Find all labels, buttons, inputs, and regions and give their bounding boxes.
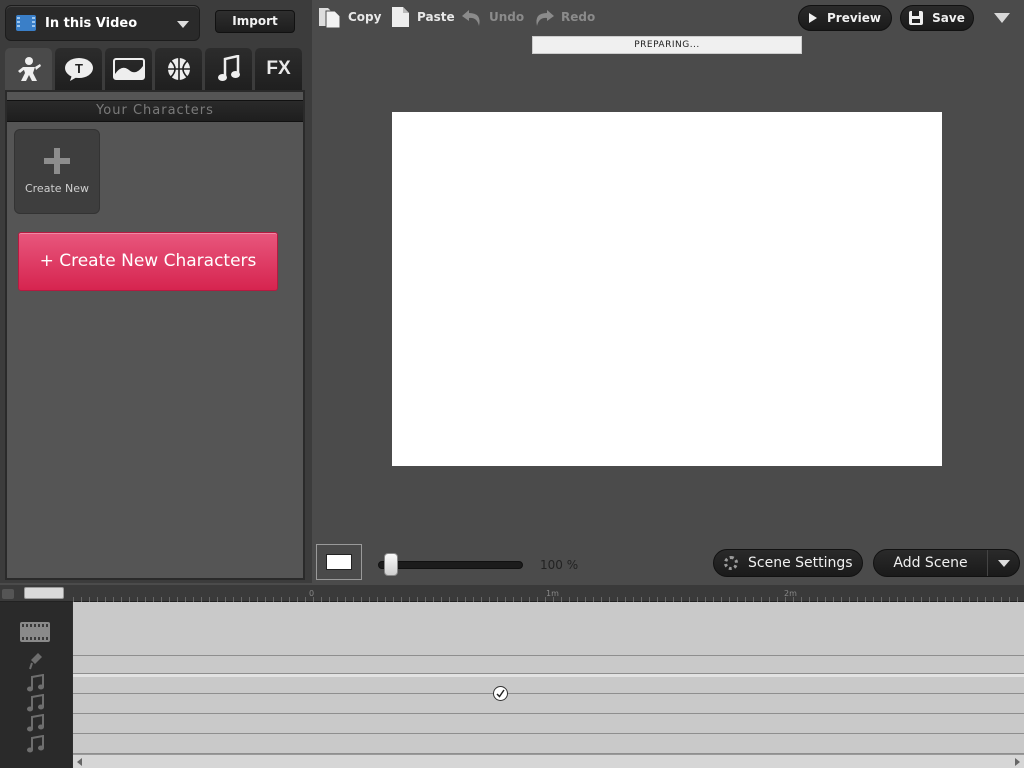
undo-button[interactable]: Undo xyxy=(461,6,524,28)
speech-bubble-icon: T xyxy=(64,58,93,81)
zoom-slider-handle[interactable] xyxy=(384,553,398,576)
asset-library-panel: In this Video Import T FX Your Character… xyxy=(0,0,312,583)
status-bar: PREPARING... xyxy=(532,36,802,54)
timeline-scrollbar[interactable] xyxy=(73,754,1024,768)
fx-icon: FX xyxy=(266,58,291,79)
paste-label: Paste xyxy=(417,10,455,24)
music-note-icon xyxy=(27,694,45,712)
film-strip-icon xyxy=(20,622,50,642)
library-source-label: In this Video xyxy=(45,15,138,31)
save-label: Save xyxy=(932,11,965,25)
zoom-slider-track[interactable] xyxy=(378,561,523,569)
track-icons xyxy=(0,602,72,768)
playhead-clock-icon[interactable] xyxy=(493,686,508,701)
scene-thumbnail-toggle[interactable] xyxy=(316,544,362,580)
music-note-icon xyxy=(217,55,240,81)
tab-text[interactable]: T xyxy=(55,48,102,90)
preview-label: Preview xyxy=(826,11,881,25)
scene-settings-label: Scene Settings xyxy=(748,555,853,571)
plus-icon xyxy=(44,148,70,174)
create-new-label: Create New xyxy=(24,182,90,195)
copy-icon xyxy=(319,8,341,28)
time-ruler[interactable]: 0 1m 2m xyxy=(73,588,1024,602)
tab-backgrounds[interactable] xyxy=(105,48,152,90)
track-divider xyxy=(73,693,1024,694)
zoom-level: 100 % xyxy=(540,558,579,572)
redo-label: Redo xyxy=(561,10,596,24)
landscape-icon xyxy=(112,58,145,80)
section-title: Your Characters xyxy=(7,100,303,122)
import-button[interactable]: Import xyxy=(215,10,295,33)
track-divider xyxy=(73,713,1024,714)
button-divider xyxy=(987,550,988,576)
svg-text:T: T xyxy=(75,61,83,76)
timeline-tracks[interactable] xyxy=(73,602,1024,754)
undo-label: Undo xyxy=(489,10,525,24)
characters-panel: Your Characters Create New + Create New … xyxy=(5,90,305,580)
add-scene-button[interactable]: Add Scene xyxy=(873,549,1020,577)
copy-label: Copy xyxy=(348,10,382,24)
add-scene-label: Add Scene xyxy=(893,555,968,571)
track-divider xyxy=(73,674,1024,677)
undo-icon xyxy=(462,10,480,26)
ball-icon xyxy=(167,58,190,80)
copy-button[interactable]: Copy xyxy=(318,6,381,28)
scroll-left-icon[interactable] xyxy=(77,758,82,766)
create-new-tile[interactable]: Create New xyxy=(14,129,100,214)
timeline: 0 1m 2m xyxy=(0,585,1024,768)
save-button[interactable]: Save xyxy=(900,5,974,31)
create-new-characters-button[interactable]: + Create New Characters xyxy=(18,232,278,291)
tab-characters[interactable] xyxy=(5,48,52,90)
scene-canvas[interactable] xyxy=(392,112,942,466)
play-icon xyxy=(808,13,817,23)
music-note-icon xyxy=(27,714,45,732)
preview-button[interactable]: Preview xyxy=(798,5,892,31)
chevron-down-icon xyxy=(177,21,189,28)
music-note-icon xyxy=(27,735,45,753)
tab-effects[interactable]: FX xyxy=(255,48,302,90)
more-options-chevron-icon[interactable] xyxy=(994,13,1010,23)
paste-icon xyxy=(392,7,409,27)
microphone-icon xyxy=(29,652,43,670)
redo-icon xyxy=(536,10,554,26)
track-divider xyxy=(73,733,1024,734)
redo-button[interactable]: Redo xyxy=(533,6,595,28)
ruler-mark: 2m xyxy=(784,589,797,598)
paste-button[interactable]: Paste xyxy=(391,6,455,28)
scene-thumbnail-icon xyxy=(326,554,352,570)
asset-category-tabs: T FX xyxy=(5,48,305,90)
film-icon xyxy=(16,15,36,31)
track-divider xyxy=(73,655,1024,656)
scroll-right-icon[interactable] xyxy=(1015,758,1020,766)
floppy-disk-icon xyxy=(909,11,924,25)
timeline-zoom-handle[interactable] xyxy=(24,587,64,599)
tab-props[interactable] xyxy=(155,48,202,90)
ruler-mark: 0 xyxy=(309,589,315,598)
tab-music[interactable] xyxy=(205,48,252,90)
ruler-mark: 1m xyxy=(546,589,559,598)
music-note-icon xyxy=(27,674,45,692)
chevron-down-icon[interactable] xyxy=(998,559,1010,567)
collapse-timeline-icon[interactable] xyxy=(2,589,14,599)
scene-settings-button[interactable]: Scene Settings xyxy=(713,549,863,577)
timeline-header: 0 1m 2m xyxy=(0,585,1024,602)
gear-icon xyxy=(724,556,738,570)
character-icon xyxy=(17,57,41,81)
library-source-dropdown[interactable]: In this Video xyxy=(5,5,200,41)
